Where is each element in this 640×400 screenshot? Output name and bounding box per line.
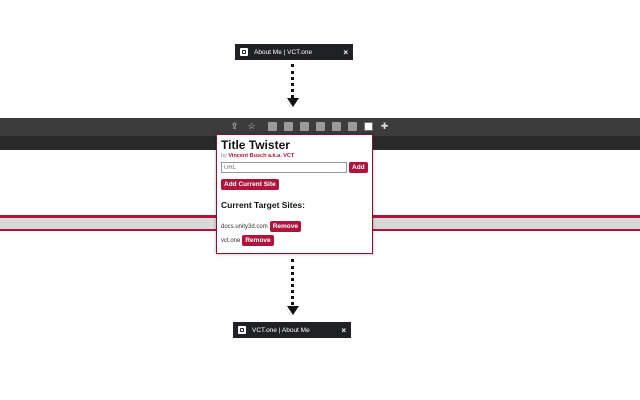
add-button[interactable]: Add xyxy=(349,162,368,173)
author-link[interactable]: Vincent Busch a.k.a. VCT xyxy=(228,153,294,159)
star-icon[interactable]: ☆ xyxy=(247,122,256,131)
extension-popup: Title Twister by Vincent Busch a.k.a. VC… xyxy=(216,134,373,254)
favicon-icon xyxy=(240,48,248,56)
add-current-site-button[interactable]: Add Current Site xyxy=(221,179,279,190)
byline-prefix: by xyxy=(221,153,227,159)
tab-title: About Me | VCT.one xyxy=(254,48,313,56)
dotted-arrow-line xyxy=(291,259,294,305)
extension-icon[interactable] xyxy=(348,122,357,131)
list-item: docs.unity3d.com Remove xyxy=(221,221,368,232)
extension-icon[interactable] xyxy=(332,122,341,131)
site-domain: docs.unity3d.com xyxy=(221,223,268,230)
tab-title: VCT.one | About Me xyxy=(252,326,310,334)
url-input[interactable] xyxy=(221,162,347,173)
list-item: vct.one Remove xyxy=(221,235,368,246)
title-twister-extension-icon[interactable] xyxy=(364,122,373,131)
extension-icon[interactable] xyxy=(316,122,325,131)
browser-tab-before[interactable]: About Me | VCT.one × xyxy=(235,44,353,60)
extension-icon[interactable] xyxy=(284,122,293,131)
close-icon[interactable]: × xyxy=(343,48,348,57)
remove-button[interactable]: Remove xyxy=(269,221,301,232)
arrow-down-icon xyxy=(287,98,299,107)
browser-tab-after[interactable]: VCT.one | About Me × xyxy=(233,322,351,338)
share-icon[interactable]: ⇪ xyxy=(230,122,239,131)
arrow-down-icon xyxy=(287,306,299,315)
remove-button[interactable]: Remove xyxy=(242,235,274,246)
popup-title: Title Twister xyxy=(221,138,290,152)
extension-icon[interactable] xyxy=(268,122,277,131)
dotted-arrow-line xyxy=(291,64,294,98)
site-domain: vct.one xyxy=(221,237,241,244)
extension-icon[interactable] xyxy=(300,122,309,131)
target-sites-heading: Current Target Sites: xyxy=(221,200,305,210)
favicon-icon xyxy=(238,326,246,334)
puzzle-icon[interactable]: ✚ xyxy=(380,122,389,131)
close-icon[interactable]: × xyxy=(341,326,346,335)
